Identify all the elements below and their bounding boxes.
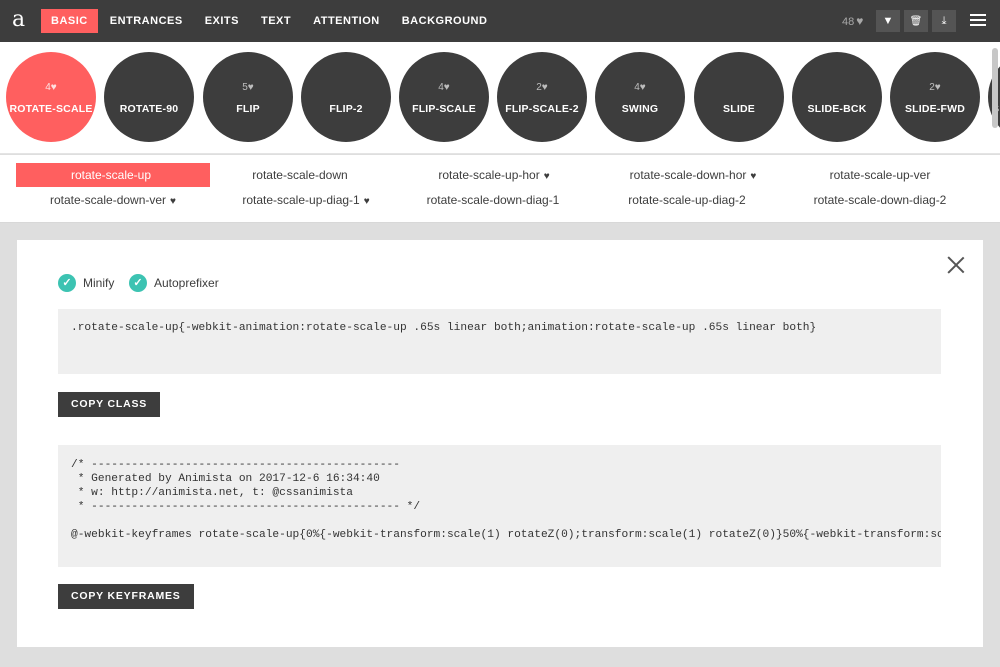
group-flip-scale-2[interactable]: 2♥ FLIP-SCALE-2 bbox=[497, 52, 587, 142]
variation-item[interactable]: rotate-scale-down-diag-1 bbox=[398, 188, 592, 212]
nav-basic[interactable]: BASIC bbox=[41, 9, 98, 33]
group-slide-fwd[interactable]: 2♥ SLIDE-FWD bbox=[890, 52, 980, 142]
minify-label: Minify bbox=[83, 276, 115, 290]
variation-item[interactable]: rotate-scale-down-ver ♥ bbox=[16, 188, 210, 212]
variations-list: rotate-scale-up rotate-scale-down rotate… bbox=[0, 155, 1000, 223]
variation-item[interactable]: rotate-scale-up-diag-2 bbox=[592, 188, 786, 212]
check-icon: ✓ bbox=[58, 274, 76, 292]
heart-icon: ♥ bbox=[170, 196, 176, 207]
horizontal-scrollbar[interactable] bbox=[992, 48, 998, 128]
category-nav: BASIC ENTRANCES EXITS TEXT ATTENTION BAC… bbox=[41, 9, 499, 33]
group-flip-2[interactable]: FLIP-2 bbox=[301, 52, 391, 142]
group-slide-bck[interactable]: SLIDE-BCK bbox=[792, 52, 882, 142]
group-label: SWING bbox=[621, 103, 659, 115]
group-label: FLIP-SCALE bbox=[412, 103, 476, 115]
group-rotate-scale[interactable]: 4♥ ROTATE-SCALE bbox=[6, 52, 96, 142]
group-label: SLIDE bbox=[723, 103, 755, 115]
variation-label: rotate-scale-up-diag-2 bbox=[628, 193, 746, 207]
group-label: FLIP bbox=[236, 103, 260, 115]
autoprefixer-label: Autoprefixer bbox=[154, 276, 219, 290]
animista-logo[interactable]: a bbox=[12, 6, 32, 34]
variation-label: rotate-scale-up-hor bbox=[438, 168, 540, 182]
minify-checkbox[interactable]: ✓ Minify bbox=[58, 273, 114, 293]
copy-keyframes-button[interactable]: COPY KEYFRAMES bbox=[58, 584, 194, 609]
variation-label: rotate-scale-down-ver bbox=[50, 193, 167, 207]
class-code-block[interactable]: .rotate-scale-up{-webkit-animation:rotat… bbox=[58, 309, 941, 374]
check-icon: ✓ bbox=[129, 274, 147, 292]
download-icon: ⤓ bbox=[941, 15, 947, 27]
heart-icon: ♥ bbox=[363, 196, 370, 207]
heart-icon: ♥ bbox=[750, 171, 757, 182]
nav-exits[interactable]: EXITS bbox=[195, 9, 249, 33]
variation-item[interactable]: rotate-scale-up-hor ♥ bbox=[397, 163, 591, 187]
group-flip[interactable]: 5♥ FLIP bbox=[203, 52, 293, 142]
group-likes: 4♥ bbox=[438, 82, 450, 93]
heart-icon: ♥ bbox=[543, 171, 550, 182]
variation-item[interactable]: rotate-scale-down-hor ♥ bbox=[596, 163, 790, 187]
group-label: SLIDE-BCK bbox=[807, 103, 867, 115]
nav-entrances[interactable]: ENTRANCES bbox=[100, 9, 193, 33]
close-icon[interactable] bbox=[947, 256, 965, 274]
code-panel: ✓ Minify ✓ Autoprefixer .rotate-scale-up… bbox=[17, 240, 983, 647]
group-likes: 2♥ bbox=[929, 82, 941, 93]
group-likes: 4♥ bbox=[45, 82, 57, 93]
variation-item[interactable]: rotate-scale-up-ver bbox=[785, 163, 979, 187]
group-label: SLIDE-FWD bbox=[904, 103, 966, 115]
variation-label: rotate-scale-down-diag-2 bbox=[813, 193, 947, 207]
variation-item[interactable]: rotate-scale-down bbox=[205, 163, 399, 187]
trash-button[interactable]: 🗑 bbox=[904, 10, 928, 32]
favorites-number: 48 bbox=[842, 16, 855, 28]
variation-label: rotate-scale-up bbox=[70, 168, 152, 182]
keyframes-code-block[interactable]: /* -------------------------------------… bbox=[58, 445, 941, 567]
group-label: FLIP-2 bbox=[329, 103, 363, 115]
filter-icon: ▼ bbox=[882, 15, 894, 27]
hamburger-menu-icon[interactable] bbox=[970, 11, 986, 31]
group-likes: 4♥ bbox=[634, 82, 646, 93]
nav-attention[interactable]: ATTENTION bbox=[303, 9, 390, 33]
filter-button[interactable]: ▼ bbox=[876, 10, 900, 32]
nav-text[interactable]: TEXT bbox=[251, 9, 301, 33]
group-label: FLIP-SCALE-2 bbox=[505, 103, 579, 115]
download-button[interactable]: ⤓ bbox=[932, 10, 956, 32]
copy-class-button[interactable]: COPY CLASS bbox=[58, 392, 161, 417]
variation-label: rotate-scale-up-diag-1 bbox=[242, 193, 360, 207]
variation-label: rotate-scale-down-hor bbox=[629, 168, 747, 182]
autoprefixer-checkbox[interactable]: ✓ Autoprefixer bbox=[129, 273, 219, 293]
heart-icon: ♥ bbox=[856, 14, 864, 28]
group-slide[interactable]: SLIDE bbox=[694, 52, 784, 142]
group-label: ROTATE-90 bbox=[119, 103, 179, 115]
top-bar: a BASIC ENTRANCES EXITS TEXT ATTENTION B… bbox=[0, 0, 1000, 42]
variation-item[interactable]: rotate-scale-up-diag-1 ♥ bbox=[209, 188, 403, 212]
group-likes: 5♥ bbox=[242, 82, 254, 93]
group-rotate-90[interactable]: ROTATE-90 bbox=[104, 52, 194, 142]
group-swing[interactable]: 4♥ SWING bbox=[595, 52, 685, 142]
trash-icon: 🗑 bbox=[909, 16, 923, 27]
favorites-count[interactable]: 48 ♥ bbox=[842, 0, 863, 42]
variation-item[interactable]: rotate-scale-up bbox=[16, 163, 210, 187]
variation-label: rotate-scale-down-diag-1 bbox=[426, 193, 560, 207]
animation-group-row: 4♥ ROTATE-SCALE ROTATE-90 5♥ FLIP FLIP-2… bbox=[0, 42, 1000, 154]
group-flip-scale[interactable]: 4♥ FLIP-SCALE bbox=[399, 52, 489, 142]
group-likes: 2♥ bbox=[536, 82, 548, 93]
group-label: ROTATE-SCALE bbox=[9, 103, 93, 115]
variation-label: rotate-scale-up-ver bbox=[829, 168, 931, 182]
variation-label: rotate-scale-down bbox=[252, 168, 348, 182]
variation-item[interactable]: rotate-scale-down-diag-2 bbox=[785, 188, 979, 212]
nav-background[interactable]: BACKGROUND bbox=[392, 9, 498, 33]
